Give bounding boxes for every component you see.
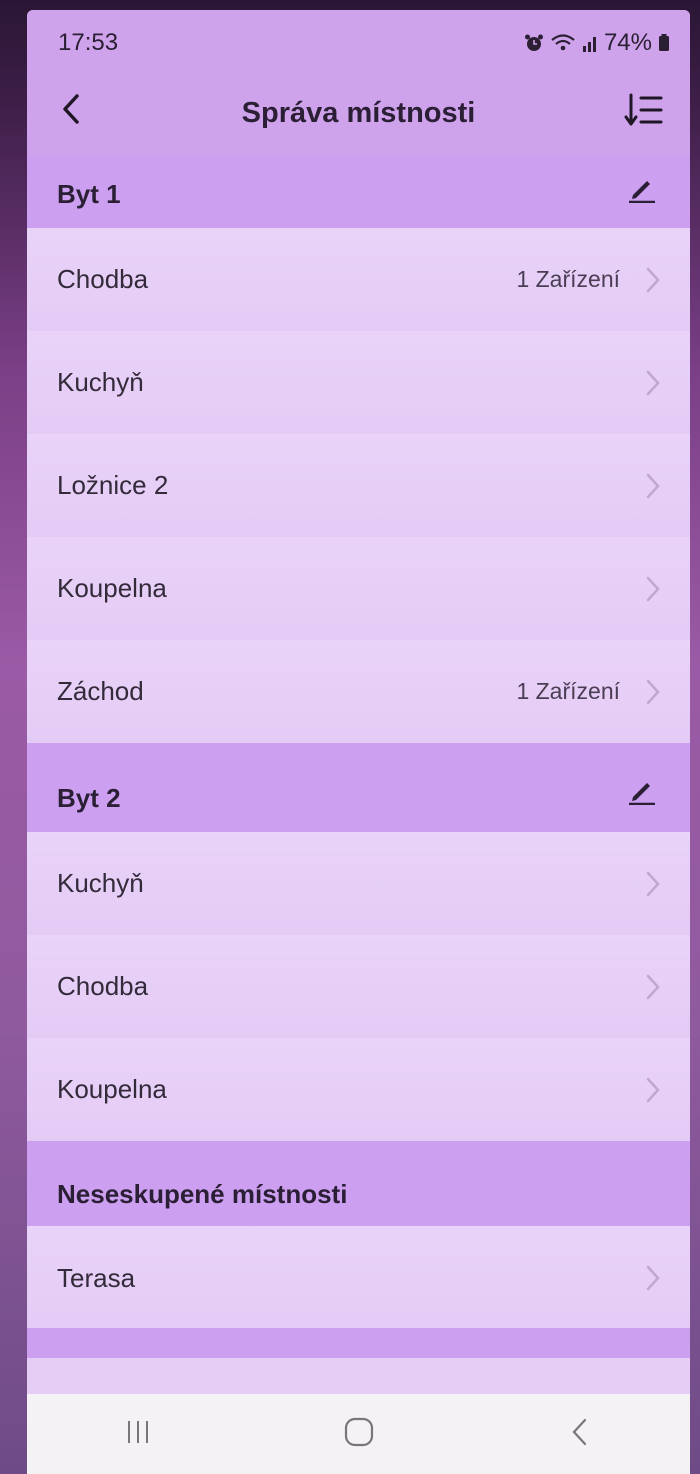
room-row[interactable]: Záchod 1 Zařízení (27, 640, 690, 743)
group-label: Byt 2 (57, 783, 121, 813)
room-row[interactable]: Kuchyň (27, 331, 690, 434)
nav-back-icon (568, 1417, 592, 1452)
chevron-right-icon (644, 972, 662, 1002)
room-row[interactable]: Chodba 1 Zařízení (27, 228, 690, 331)
room-name: Chodba (57, 971, 149, 1001)
chevron-right-icon (644, 368, 662, 398)
signal-icon (582, 33, 598, 53)
app-bar: Správa místnosti (27, 70, 690, 155)
room-row[interactable]: Koupelna (27, 1038, 690, 1141)
status-icons: 74% (524, 29, 670, 57)
battery-text: 74% (603, 29, 652, 56)
chevron-right-icon (644, 677, 662, 707)
room-row[interactable]: Terasa (27, 1226, 690, 1328)
home-button[interactable] (319, 1404, 399, 1464)
room-name: Chodba (57, 264, 149, 294)
chevron-right-icon (644, 1075, 662, 1105)
sort-icon (624, 93, 664, 132)
battery-icon (658, 33, 670, 53)
chevron-right-icon (644, 265, 662, 295)
room-name: Terasa (57, 1263, 136, 1293)
chevron-right-icon (644, 471, 662, 501)
room-row[interactable]: Chodba (27, 935, 690, 1038)
pencil-icon (627, 173, 657, 210)
edit-group-button[interactable] (624, 775, 660, 811)
pencil-icon (627, 775, 657, 812)
group-header-byt-1: Byt 1 (27, 155, 690, 228)
room-name: Koupelna (57, 573, 167, 603)
room-row[interactable]: Ložnice 2 (27, 434, 690, 537)
group-label: Byt 1 (57, 179, 121, 209)
sort-button[interactable] (622, 90, 666, 134)
room-name: Kuchyň (57, 367, 144, 397)
room-row[interactable]: Kuchyň (27, 832, 690, 935)
group-header-byt-2: Byt 2 (27, 743, 690, 832)
room-name: Kuchyň (57, 868, 144, 898)
chevron-right-icon (644, 869, 662, 899)
group-label: Neseskupené místnosti (57, 1179, 348, 1209)
chevron-right-icon (644, 574, 662, 604)
device-count: 1 Zařízení (516, 678, 620, 704)
section-divider (27, 1328, 690, 1358)
room-row[interactable]: Koupelna (27, 537, 690, 640)
status-time: 17:53 (58, 29, 119, 56)
recent-apps-button[interactable] (98, 1404, 178, 1464)
home-icon (343, 1416, 375, 1453)
group-header-ungrouped: Neseskupené místnosti (27, 1141, 690, 1226)
device-count: 1 Zařízení (516, 266, 620, 292)
app-screen: 17:53 74% Správa místnosti Byt 1 Chodba … (27, 10, 690, 1474)
room-name: Ložnice 2 (57, 470, 169, 500)
wifi-icon (550, 33, 576, 53)
chevron-right-icon (644, 1263, 662, 1293)
alarm-icon (524, 33, 544, 53)
status-bar: 17:53 74% (27, 10, 690, 70)
page-title: Správa místnosti (241, 97, 476, 129)
room-name: Záchod (57, 676, 144, 706)
nav-back-button[interactable] (540, 1404, 620, 1464)
list-bottom (27, 1358, 690, 1394)
recent-apps-icon (124, 1418, 152, 1451)
edit-group-button[interactable] (624, 173, 660, 209)
system-nav-bar (27, 1394, 690, 1474)
room-name: Koupelna (57, 1074, 167, 1104)
